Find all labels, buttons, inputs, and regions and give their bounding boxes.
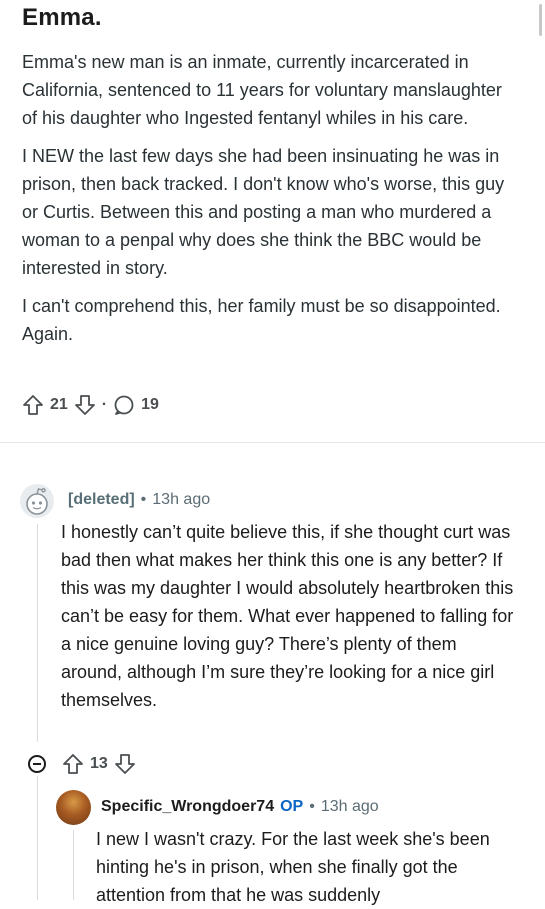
upvote-icon[interactable] [22, 394, 44, 416]
comment-body: I new I wasn't crazy. For the last week … [96, 829, 490, 905]
comment-timestamp: 13h ago [152, 491, 211, 508]
op-badge: OP [280, 798, 304, 815]
collapse-icon[interactable] [28, 755, 46, 773]
vote-separator: · [101, 396, 108, 413]
post-body: Emma's new man is an inmate, currently i… [22, 48, 517, 358]
post-paragraph: Emma's new man is an inmate, currently i… [22, 52, 502, 128]
comment-actions: 13 [28, 753, 136, 775]
upvote-icon[interactable] [62, 753, 84, 775]
post-paragraph: I can't comprehend this, her family must… [22, 296, 501, 344]
thread-line[interactable] [37, 524, 38, 742]
comment-timestamp: 13h ago [320, 798, 379, 815]
comment-author[interactable]: [deleted] [68, 491, 135, 509]
post-paragraph: I NEW the last few days she had been ins… [22, 146, 505, 278]
user-avatar[interactable] [56, 790, 91, 825]
divider [0, 442, 545, 443]
post-title: Emma. [22, 4, 102, 31]
comment-author[interactable]: Specific_Wrongdoer74 [101, 798, 274, 816]
upvote-count: 21 [50, 396, 68, 413]
thread-line[interactable] [73, 830, 74, 900]
comment-meta: Specific_Wrongdoer74 OP • 13h ago [101, 798, 379, 816]
comment-body: I honestly can’t quite believe this, if … [61, 522, 514, 710]
thread-line[interactable] [37, 776, 38, 900]
downvote-icon[interactable] [114, 753, 136, 775]
post-actions: 21 · 19 [22, 393, 159, 417]
deleted-user-avatar-icon[interactable] [20, 484, 54, 518]
comment-meta: [deleted] • 13h ago [68, 491, 210, 509]
meta-separator: • [309, 798, 315, 815]
meta-separator: • [140, 491, 147, 508]
comment-icon[interactable] [113, 394, 135, 416]
downvote-icon[interactable] [74, 394, 96, 416]
comment-vote-count: 13 [90, 755, 108, 772]
scrollbar[interactable] [539, 4, 542, 36]
comment-count: 19 [141, 396, 159, 413]
